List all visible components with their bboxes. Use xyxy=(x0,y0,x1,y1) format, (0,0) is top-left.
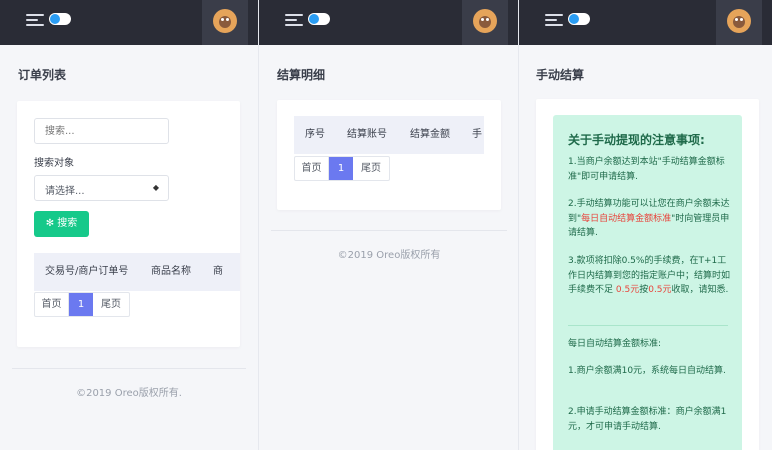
theme-toggle-icon[interactable] xyxy=(308,13,330,25)
column-product-name[interactable]: 商品名称 xyxy=(151,253,191,291)
notice-item-1: 1.当商户余额达到本站"手动结算金额标准"即可申请结算. xyxy=(568,157,725,182)
search-button[interactable]: ✻ 搜索 xyxy=(34,211,89,237)
menu-icon[interactable] xyxy=(285,13,303,27)
footer-copyright: ©2019 Oreo版权所有 xyxy=(337,250,441,261)
notice-item-2: 2.手动结算功能可以让您在商户余额未达到"每日自动结算金额标准"时向管理员申请结… xyxy=(568,199,730,238)
select-arrow-icon: ◆ xyxy=(152,183,159,192)
highlight-fee-2: 0.5元 xyxy=(648,285,672,295)
page-last-button[interactable]: 尾页 xyxy=(93,293,129,316)
highlight-fee-1: 0.5元 xyxy=(615,285,640,295)
search-button-label: 搜索 xyxy=(57,218,78,229)
theme-toggle-icon[interactable] xyxy=(568,13,590,25)
menu-icon[interactable] xyxy=(26,13,44,27)
search-icon: ✻ xyxy=(45,218,55,229)
notice-divider xyxy=(568,325,728,326)
column-amount[interactable]: 结算金额 xyxy=(410,116,450,154)
page-title: 订单列表 xyxy=(18,68,67,82)
column-trade-no[interactable]: 交易号/商户订单号 xyxy=(45,253,128,291)
menu-icon[interactable] xyxy=(545,13,563,27)
screen: 订单列表 搜索对象 请选择... ◆ ✻ 搜索 交易号/商户订单号 商品名称 商… xyxy=(0,0,772,450)
search-target-label: 搜索对象 xyxy=(34,158,74,169)
top-bar xyxy=(0,0,258,45)
select-value: 请选择... xyxy=(45,186,85,197)
footer-divider xyxy=(12,368,246,369)
panel-order-list: 订单列表 搜索对象 请选择... ◆ ✻ 搜索 交易号/商户订单号 商品名称 商… xyxy=(0,0,258,450)
panel-manual-settlement: 手动结算 关于手动提现的注意事项: 1.当商户余额达到本站"手动结算金额标准"即… xyxy=(518,0,772,450)
column-account[interactable]: 结算账号 xyxy=(347,116,387,154)
settlement-table-header: 序号 结算账号 结算金额 手 xyxy=(294,116,484,154)
order-search-card: 搜索对象 请选择... ◆ ✻ 搜索 交易号/商户订单号 商品名称 商 首页 1… xyxy=(17,101,240,347)
notice-item-3: 3.款项将扣除0.5%的手续费，在T+1工作日内结算到您的指定账户中；结算时如手… xyxy=(568,256,731,295)
top-bar xyxy=(259,0,518,45)
top-bar xyxy=(519,0,772,45)
standard-title: 每日自动结算金额标准: xyxy=(568,339,662,349)
page-current-button[interactable]: 1 xyxy=(69,293,93,316)
column-truncated[interactable]: 商 xyxy=(213,253,223,291)
user-avatar xyxy=(727,9,751,33)
page-last-button[interactable]: 尾页 xyxy=(353,157,389,180)
highlight-standard: 每日自动结算金额标准 xyxy=(581,213,672,224)
footer-divider xyxy=(271,230,507,231)
settlement-table-card: 序号 结算账号 结算金额 手 首页 1 尾页 xyxy=(277,100,501,210)
page-title: 结算明细 xyxy=(277,68,326,82)
footer-copyright: ©2019 Oreo版权所有. xyxy=(76,388,182,399)
panel-settlement-details: 结算明细 序号 结算账号 结算金额 手 首页 1 尾页 ©2019 Oreo版权… xyxy=(258,0,518,450)
page-title: 手动结算 xyxy=(536,68,585,82)
theme-toggle-icon[interactable] xyxy=(49,13,71,25)
page-first-button[interactable]: 首页 xyxy=(295,157,329,180)
pagination: 首页 1 尾页 xyxy=(34,292,130,317)
notice-box: 关于手动提现的注意事项: 1.当商户余额达到本站"手动结算金额标准"即可申请结算… xyxy=(553,115,742,450)
search-input[interactable] xyxy=(34,118,169,144)
page-current-button[interactable]: 1 xyxy=(329,157,353,180)
page-first-button[interactable]: 首页 xyxy=(35,293,69,316)
user-avatar xyxy=(213,9,237,33)
user-menu[interactable] xyxy=(716,0,762,45)
search-target-select[interactable]: 请选择... ◆ xyxy=(34,175,169,201)
pagination: 首页 1 尾页 xyxy=(294,156,390,181)
user-menu[interactable] xyxy=(462,0,508,45)
notice-heading: 关于手动提现的注意事项: xyxy=(568,133,705,147)
column-truncated[interactable]: 手 xyxy=(472,116,482,154)
user-menu[interactable] xyxy=(202,0,248,45)
standard-item-2: 2.申请手动结算金额标准：商户余额满1元，才可申请手动结算. xyxy=(568,407,727,432)
column-index[interactable]: 序号 xyxy=(305,116,325,154)
user-avatar xyxy=(473,9,497,33)
order-table-header: 交易号/商户订单号 商品名称 商 xyxy=(34,253,240,291)
standard-item-1: 1.商户余额满10元，系统每日自动结算. xyxy=(568,366,726,376)
